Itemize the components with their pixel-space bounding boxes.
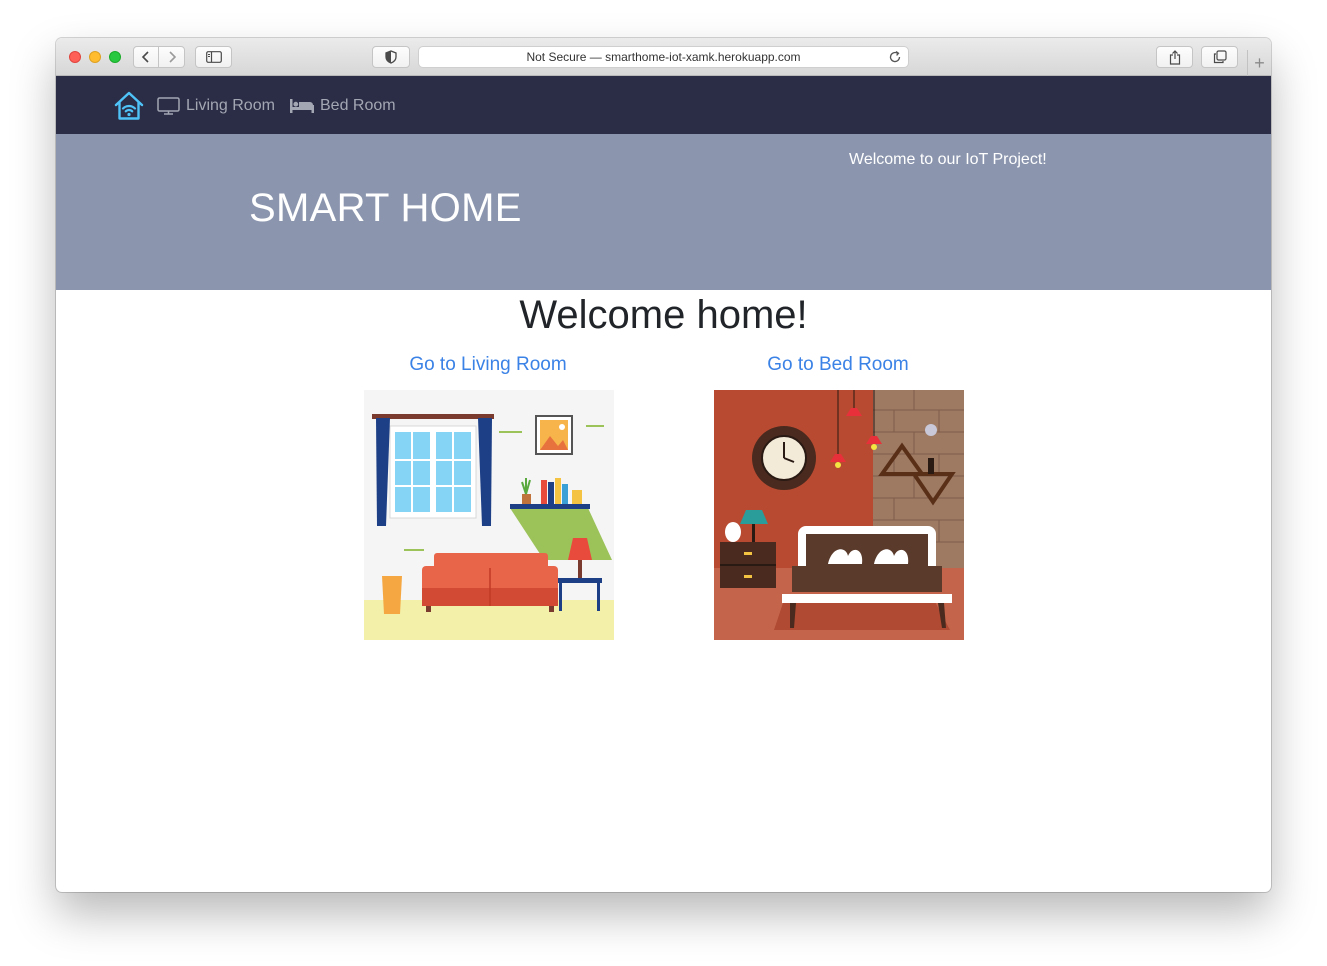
- back-button[interactable]: [133, 46, 159, 68]
- url-text: Not Secure — smarthome-iot-xamk.herokuap…: [526, 50, 801, 64]
- nav-link-bed-room[interactable]: Bed Room: [290, 96, 396, 116]
- chevron-right-icon: [168, 51, 176, 63]
- hero-banner: SMART HOME Welcome to our IoT Project!: [56, 134, 1271, 290]
- hero-title: SMART HOME: [249, 186, 522, 230]
- minimize-window-button[interactable]: [89, 51, 101, 63]
- monitor-icon: [157, 97, 180, 115]
- smart-home-wifi-icon: [114, 91, 144, 120]
- new-tab-button[interactable]: +: [1247, 50, 1271, 76]
- zoom-window-button[interactable]: [109, 51, 121, 63]
- chevron-left-icon: [141, 51, 149, 63]
- close-window-button[interactable]: [69, 51, 81, 63]
- bed-icon: [290, 99, 314, 113]
- nav-link-label: Bed Room: [320, 97, 396, 114]
- home-brand-link[interactable]: [113, 90, 145, 127]
- browser-window: Not Secure — smarthome-iot-xamk.herokuap…: [56, 38, 1271, 892]
- shield-icon: [385, 50, 397, 64]
- go-to-living-room-link[interactable]: Go to Living Room: [358, 354, 618, 376]
- address-bar[interactable]: Not Secure — smarthome-iot-xamk.herokuap…: [418, 46, 909, 68]
- tabs-overview-icon: [1213, 50, 1227, 64]
- reload-icon[interactable]: [888, 50, 902, 64]
- privacy-report-button[interactable]: [372, 46, 410, 68]
- bed-room-image[interactable]: [714, 390, 964, 640]
- page-heading: Welcome home!: [519, 293, 808, 337]
- nav-link-label: Living Room: [186, 97, 275, 114]
- plus-icon: +: [1254, 53, 1265, 73]
- nav-link-living-room[interactable]: Living Room: [157, 96, 275, 116]
- share-button[interactable]: [1156, 46, 1193, 68]
- sidebar-toggle-button[interactable]: [195, 46, 232, 68]
- living-room-image[interactable]: [364, 390, 614, 640]
- share-icon: [1169, 49, 1180, 65]
- show-tabs-button[interactable]: [1201, 46, 1238, 68]
- site-navbar: Living Room Bed Room: [56, 76, 1271, 134]
- go-to-bed-room-link[interactable]: Go to Bed Room: [708, 354, 968, 376]
- sidebar-icon: [205, 51, 222, 63]
- browser-toolbar: Not Secure — smarthome-iot-xamk.herokuap…: [56, 38, 1271, 76]
- forward-button[interactable]: [159, 46, 185, 68]
- hero-subtitle: Welcome to our IoT Project!: [849, 151, 1047, 168]
